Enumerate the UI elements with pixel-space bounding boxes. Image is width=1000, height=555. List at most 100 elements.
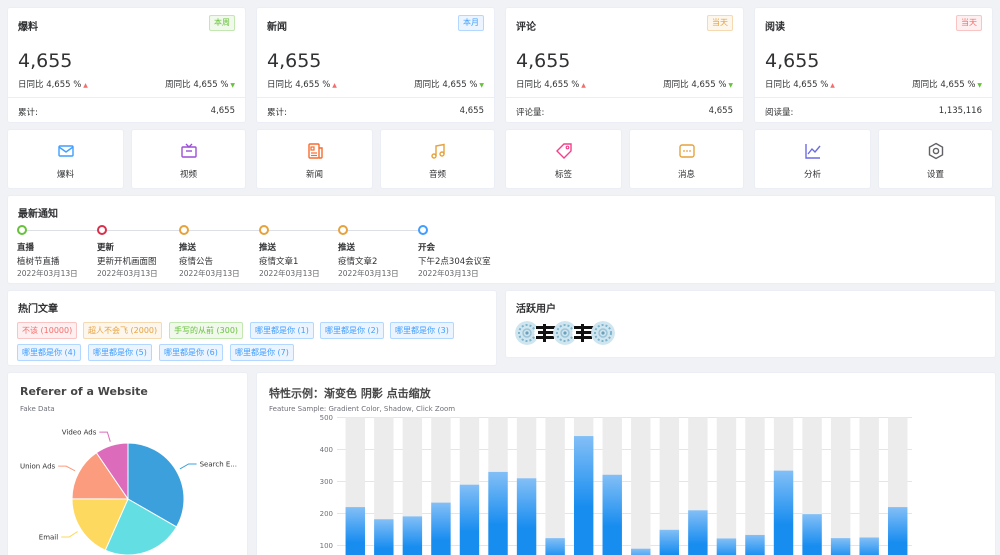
article-tag[interactable]: 哪里都是你 (4): [17, 344, 81, 361]
caret-down-icon: ▼: [477, 82, 484, 89]
shortcut-settings[interactable]: 设置: [878, 129, 993, 189]
total-label: 累计:: [267, 108, 287, 118]
bar[interactable]: [773, 470, 794, 555]
bar[interactable]: [573, 436, 594, 555]
caret-down-icon: ▼: [975, 82, 982, 89]
article-tag[interactable]: 哪里都是你 (2): [320, 322, 384, 339]
bar-background: [716, 417, 737, 555]
y-tick-label: 200: [320, 510, 333, 518]
notice-panel: 最新通知 直播 植树节直播 2022年03月13日 更新 更新开机画面图 2022年03月1…: [7, 195, 996, 284]
total-value: 4,655: [708, 106, 733, 116]
active-users-title: 活跃用户: [516, 304, 556, 315]
avatar-icon[interactable]: [591, 321, 615, 345]
article-tag[interactable]: 超人不会飞 (2000): [83, 322, 163, 339]
stat-title: 新闻: [267, 22, 287, 33]
period-tag: 本月: [458, 15, 484, 31]
bar[interactable]: [374, 519, 394, 555]
stat-title: 阅读: [765, 22, 785, 33]
article-tag[interactable]: 哪里都是你 (5): [88, 344, 152, 361]
notice-text[interactable]: 植树节直播: [17, 255, 60, 267]
bar[interactable]: [402, 516, 423, 555]
bar[interactable]: [431, 502, 451, 555]
notice-date: 2022年03月13日: [338, 269, 399, 278]
bar[interactable]: [802, 514, 822, 555]
notice-text[interactable]: 下午2点304会议室: [418, 255, 491, 267]
stat-value: 4,655: [516, 50, 571, 72]
chart-line-icon: [804, 142, 822, 160]
notice-type: 更新: [97, 243, 115, 253]
day-compare: 日同比 4,655 % ▲: [516, 78, 586, 90]
bar[interactable]: [745, 534, 765, 555]
divider: [257, 97, 494, 98]
bar[interactable]: [516, 478, 537, 555]
divider: [755, 97, 992, 98]
timeline-dot: [418, 225, 428, 235]
notice-date: 2022年03月13日: [259, 269, 320, 278]
day-compare-text: 日同比 4,655 %: [765, 80, 829, 90]
notice-text[interactable]: 疫情文章1: [259, 255, 298, 267]
bar[interactable]: [631, 548, 651, 555]
bar[interactable]: [602, 474, 622, 555]
bar-chart-panel: 特性示例：渐变色 阴影 点击缩放 Feature Sample: Gradient…: [256, 372, 996, 555]
article-tag[interactable]: 不该 (10000): [17, 322, 78, 339]
caret-down-icon: ▼: [726, 82, 733, 89]
notice-date: 2022年03月13日: [418, 269, 479, 278]
notice-text[interactable]: 更新开机画面图: [97, 255, 157, 267]
bar[interactable]: [545, 538, 565, 555]
article-tag[interactable]: 哪里都是你 (6): [159, 344, 223, 361]
bar-chart: 100 200 300 400 500: [320, 414, 912, 555]
bar[interactable]: [488, 471, 508, 555]
week-compare: 周同比 4,655 % ▼: [912, 78, 982, 90]
article-tag[interactable]: 哪里都是你 (1): [250, 322, 314, 339]
shortcut-tv[interactable]: 视频: [131, 129, 246, 189]
notice-type: 开会: [418, 243, 436, 253]
bar[interactable]: [830, 538, 851, 555]
hot-articles-panel: 热门文章 不该 (10000) 超人不会飞 (2000) 手写的从前 (300) 哪里都…: [7, 290, 497, 366]
shortcut-music[interactable]: 音频: [380, 129, 495, 189]
shortcut-label: 视频: [179, 170, 197, 180]
message-icon: [678, 142, 696, 160]
bar[interactable]: [859, 537, 879, 555]
pie-label-line: [179, 463, 197, 470]
notice-type: 推送: [259, 243, 277, 253]
shortcut-tag[interactable]: 标签: [505, 129, 622, 189]
shortcut-label: 消息: [677, 170, 695, 180]
stat-title: 评论: [516, 22, 536, 33]
notice-text[interactable]: 疫情公告: [179, 255, 213, 267]
shortcut-news[interactable]: 新闻: [256, 129, 373, 189]
shortcut-label: 爆料: [56, 170, 74, 180]
bar[interactable]: [688, 510, 708, 555]
article-tag[interactable]: 哪里都是你 (7): [230, 344, 294, 361]
day-compare: 日同比 4,655 % ▲: [18, 78, 88, 90]
bar-background: [830, 417, 851, 555]
week-compare-text: 周同比 4,655 %: [663, 80, 727, 90]
bar[interactable]: [659, 529, 680, 555]
bar[interactable]: [459, 484, 480, 555]
week-compare-text: 周同比 4,655 %: [912, 80, 976, 90]
shortcut-label: 音频: [428, 170, 446, 180]
bar[interactable]: [345, 507, 365, 555]
total-value: 4,655: [459, 106, 484, 116]
caret-up-icon: ▲: [81, 82, 88, 89]
shortcut-mail[interactable]: 爆料: [7, 129, 124, 189]
shortcut-chart-line[interactable]: 分析: [754, 129, 871, 189]
music-icon: [429, 142, 447, 160]
bar[interactable]: [716, 538, 737, 555]
mail-icon: [57, 142, 75, 160]
week-compare: 周同比 4,655 % ▼: [414, 78, 484, 90]
notice-date: 2022年03月13日: [17, 269, 78, 278]
tag-icon: [555, 142, 573, 160]
stat-value: 4,655: [267, 50, 322, 72]
shortcut-message[interactable]: 消息: [629, 129, 744, 189]
notice-title: 最新通知: [18, 209, 58, 220]
total-label: 阅读量:: [765, 108, 794, 118]
day-compare-text: 日同比 4,655 %: [516, 80, 580, 90]
notice-type: 推送: [338, 243, 356, 253]
article-tag[interactable]: 手写的从前 (300): [169, 322, 244, 339]
article-tag[interactable]: 哪里都是你 (3): [390, 322, 454, 339]
pie-label: Search E...: [200, 460, 237, 468]
bar[interactable]: [888, 507, 908, 555]
notice-text[interactable]: 疫情文章2: [338, 255, 377, 267]
divider: [506, 97, 743, 98]
total-value: 1,135,116: [938, 106, 982, 116]
